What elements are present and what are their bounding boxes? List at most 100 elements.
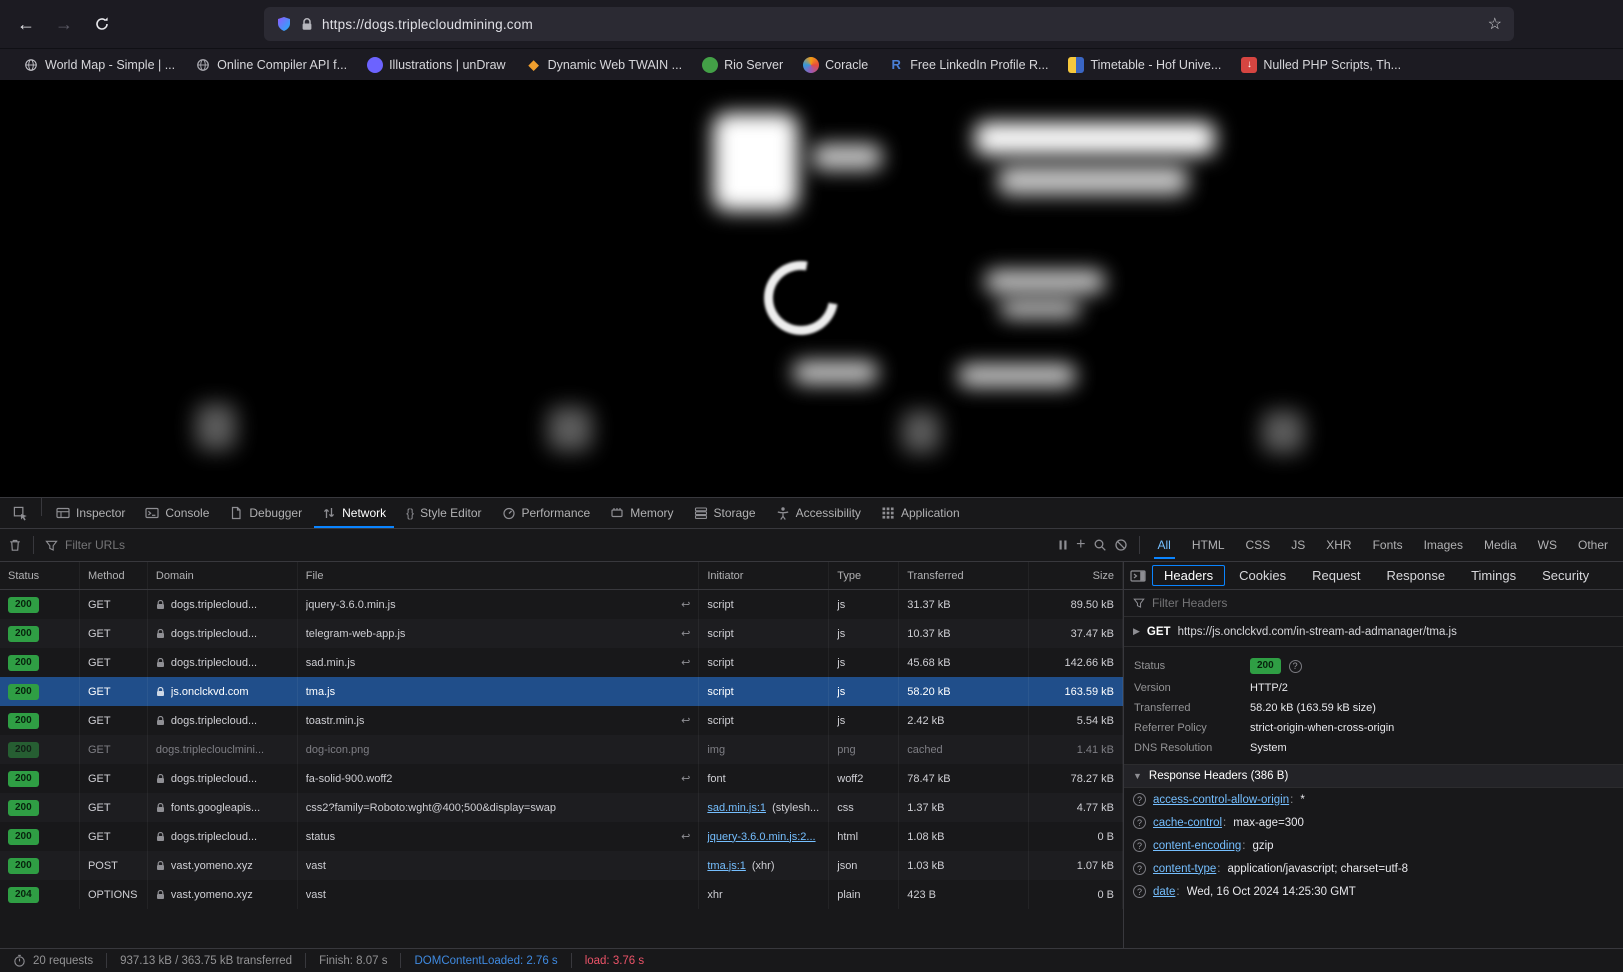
details-tab-headers[interactable]: Headers	[1152, 565, 1225, 586]
bookmark-item[interactable]: ↓ Nulled PHP Scripts, Th...	[1232, 54, 1410, 76]
response-headers-section[interactable]: ▼ Response Headers (386 B)	[1124, 764, 1623, 788]
initiator-link[interactable]: tma.js:1	[707, 860, 746, 872]
column-header-transferred[interactable]: Transferred	[899, 562, 1029, 589]
table-row-cached[interactable]: 200 GET dogs.tripleclouclmini... dog-ico…	[0, 735, 1123, 764]
help-icon[interactable]: ?	[1133, 885, 1146, 898]
filter-other[interactable]: Other	[1571, 535, 1615, 555]
column-header-domain[interactable]: Domain	[148, 562, 298, 589]
url-bar[interactable]: https://dogs.triplecloudmining.com ☆	[264, 7, 1514, 41]
domain-cell: fonts.googleapis...	[148, 793, 298, 822]
column-header-method[interactable]: Method	[80, 562, 148, 589]
request-summary-line[interactable]: ▶ GET https://js.onclckvd.com/in-stream-…	[1124, 617, 1623, 647]
back-button[interactable]: ←	[10, 8, 42, 40]
bookmark-item[interactable]: Coracle	[794, 54, 877, 76]
filter-all[interactable]: All	[1151, 535, 1178, 555]
bookmark-star-icon[interactable]: ☆	[1488, 14, 1502, 34]
details-tab-response[interactable]: Response	[1375, 565, 1458, 586]
filter-xhr[interactable]: XHR	[1319, 535, 1358, 555]
filter-css[interactable]: CSS	[1239, 535, 1278, 555]
table-row-selected[interactable]: 200 GET js.onclckvd.com tma.js script js…	[0, 677, 1123, 706]
linkedin-tool-favicon: R	[888, 57, 904, 73]
tab-network[interactable]: Network	[312, 498, 396, 528]
help-icon[interactable]: ?	[1133, 816, 1146, 829]
filter-images[interactable]: Images	[1417, 535, 1470, 555]
forward-button[interactable]: →	[48, 8, 80, 40]
table-row[interactable]: 200 GET dogs.triplecloud... telegram-web…	[0, 619, 1123, 648]
table-row[interactable]: 204 OPTIONS vast.yomeno.xyz vast xhr pla…	[0, 880, 1123, 909]
block-requests-icon[interactable]	[1114, 538, 1128, 552]
column-header-size[interactable]: Size	[1029, 562, 1123, 589]
loading-spinner	[749, 246, 852, 349]
table-row[interactable]: 200 GET fonts.googleapis... css2?family=…	[0, 793, 1123, 822]
help-icon[interactable]: ?	[1133, 793, 1146, 806]
tab-style-editor[interactable]: {} Style Editor	[396, 498, 491, 528]
tab-application[interactable]: Application	[871, 498, 970, 528]
tab-storage[interactable]: Storage	[684, 498, 766, 528]
bookmark-item[interactable]: World Map - Simple | ...	[14, 54, 184, 76]
column-header-status[interactable]: Status	[0, 562, 80, 589]
tab-memory[interactable]: Memory	[600, 498, 683, 528]
column-header-file[interactable]: File	[298, 562, 700, 589]
details-tab-security[interactable]: Security	[1530, 565, 1601, 586]
tab-performance[interactable]: Performance	[492, 498, 601, 528]
file-cell: vast	[298, 880, 700, 909]
pause-traffic-icon[interactable]	[1057, 539, 1069, 551]
disclosure-triangle-icon[interactable]: ▼	[1133, 771, 1142, 781]
tab-accessibility[interactable]: Accessibility	[766, 498, 871, 528]
table-row[interactable]: 200 GET dogs.triplecloud... fa-solid-900…	[0, 764, 1123, 793]
tab-console[interactable]: Console	[135, 498, 219, 528]
filter-js[interactable]: JS	[1284, 535, 1312, 555]
bookmark-item[interactable]: Illustrations | unDraw	[358, 54, 515, 76]
clear-requests-icon[interactable]	[8, 538, 22, 552]
tracking-protection-shield-icon[interactable]	[276, 16, 292, 32]
filter-headers-input[interactable]	[1152, 596, 1614, 610]
filter-html[interactable]: HTML	[1185, 535, 1232, 555]
help-icon[interactable]: ?	[1133, 839, 1146, 852]
request-arrow-icon: ↩	[681, 627, 690, 640]
lock-icon[interactable]	[301, 18, 313, 31]
details-tab-request[interactable]: Request	[1300, 565, 1372, 586]
reload-button[interactable]	[86, 8, 118, 40]
filter-fonts[interactable]: Fonts	[1366, 535, 1410, 555]
type-cell: js	[829, 590, 899, 619]
transferred-cell: 58.20 kB	[899, 677, 1029, 706]
bookmark-label: Dynamic Web TWAIN ...	[548, 58, 683, 72]
search-icon[interactable]	[1093, 538, 1107, 552]
requests-count[interactable]: 20 requests	[0, 953, 106, 968]
filter-funnel-icon	[1133, 597, 1145, 609]
url-text[interactable]: https://dogs.triplecloudmining.com	[322, 17, 1479, 32]
transferred-cell: 78.47 kB	[899, 764, 1029, 793]
disclosure-triangle-icon[interactable]: ▶	[1133, 626, 1140, 637]
application-icon	[881, 506, 895, 520]
pick-element-icon[interactable]	[4, 498, 37, 528]
column-header-type[interactable]: Type	[829, 562, 899, 589]
column-header-initiator[interactable]: Initiator	[699, 562, 829, 589]
help-icon[interactable]: ?	[1289, 660, 1302, 673]
bookmark-item[interactable]: Timetable - Hof Unive...	[1059, 54, 1230, 76]
bookmark-item[interactable]: R Free LinkedIn Profile R...	[879, 54, 1057, 76]
details-tab-timings[interactable]: Timings	[1459, 565, 1528, 586]
table-row[interactable]: 200 GET dogs.triplecloud... sad.min.js↩ …	[0, 648, 1123, 677]
accessibility-icon	[776, 506, 790, 520]
filter-ws[interactable]: WS	[1531, 535, 1564, 555]
table-row[interactable]: 200 GET dogs.triplecloud... jquery-3.6.0…	[0, 590, 1123, 619]
tab-debugger[interactable]: Debugger	[219, 498, 312, 528]
bookmark-item[interactable]: Rio Server	[693, 54, 792, 76]
initiator-link[interactable]: jquery-3.6.0.min.js:2...	[707, 831, 815, 843]
table-row[interactable]: 200 GET dogs.triplecloud... toastr.min.j…	[0, 706, 1123, 735]
har-import-icon[interactable]: +	[1076, 536, 1085, 554]
bookmark-item[interactable]: ◆ Dynamic Web TWAIN ...	[517, 54, 692, 76]
transferred-cell: 10.37 kB	[899, 619, 1029, 648]
table-row[interactable]: 200 GET dogs.triplecloud... status↩ jque…	[0, 822, 1123, 851]
details-tab-cookies[interactable]: Cookies	[1227, 565, 1298, 586]
tab-inspector[interactable]: Inspector	[46, 498, 135, 528]
bookmark-item[interactable]: Online Compiler API f...	[186, 54, 356, 76]
filter-media[interactable]: Media	[1477, 535, 1524, 555]
help-icon[interactable]: ?	[1133, 862, 1146, 875]
table-row[interactable]: 200 POST vast.yomeno.xyz vast tma.js:1 (…	[0, 851, 1123, 880]
initiator-link[interactable]: sad.min.js:1	[707, 802, 766, 814]
header-name: access-control-allow-origin	[1153, 794, 1293, 806]
file-cell: vast	[298, 851, 700, 880]
filter-urls-input[interactable]	[65, 538, 1050, 552]
split-console-icon[interactable]	[1130, 569, 1146, 583]
